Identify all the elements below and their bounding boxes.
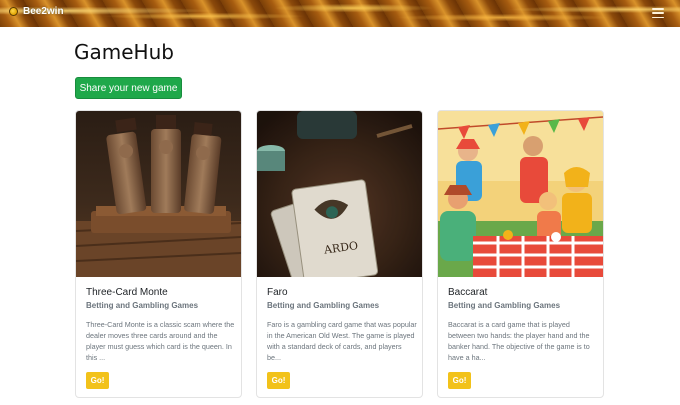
go-button[interactable]: Go! bbox=[448, 372, 471, 389]
card-description: Faro is a gambling card game that was po… bbox=[267, 320, 417, 362]
share-game-button[interactable]: Share your new game bbox=[75, 77, 182, 99]
game-card: Three-Card Monte Betting and Gambling Ga… bbox=[75, 110, 242, 398]
card-title: Baccarat bbox=[448, 287, 488, 298]
go-button[interactable]: Go! bbox=[86, 372, 109, 389]
game-image-three-card-monte[interactable] bbox=[76, 111, 241, 277]
brand-link[interactable]: Bee2win bbox=[9, 6, 64, 17]
page-title: GameHub bbox=[74, 40, 174, 64]
hamburger-menu-icon[interactable] bbox=[652, 8, 664, 18]
navbar: Bee2win bbox=[0, 0, 680, 27]
card-description: Baccarat is a card game that is played b… bbox=[448, 320, 590, 362]
card-category: Betting and Gambling Games bbox=[267, 301, 380, 310]
card-category: Betting and Gambling Games bbox=[448, 301, 561, 310]
game-card: Baccarat Betting and Gambling Games Bacc… bbox=[437, 110, 604, 398]
game-card: ARDO Faro Betting and Gambling Games Far… bbox=[256, 110, 423, 398]
card-title: Three-Card Monte bbox=[86, 287, 168, 298]
card-title: Faro bbox=[267, 287, 288, 298]
brand-name: Bee2win bbox=[23, 6, 64, 17]
card-description: Three-Card Monte is a classic scam where… bbox=[86, 320, 235, 362]
game-image-baccarat[interactable] bbox=[438, 111, 603, 277]
game-image-faro[interactable]: ARDO bbox=[257, 111, 422, 277]
go-button[interactable]: Go! bbox=[267, 372, 290, 389]
card-category: Betting and Gambling Games bbox=[86, 301, 199, 310]
bee-coin-icon bbox=[9, 7, 18, 16]
